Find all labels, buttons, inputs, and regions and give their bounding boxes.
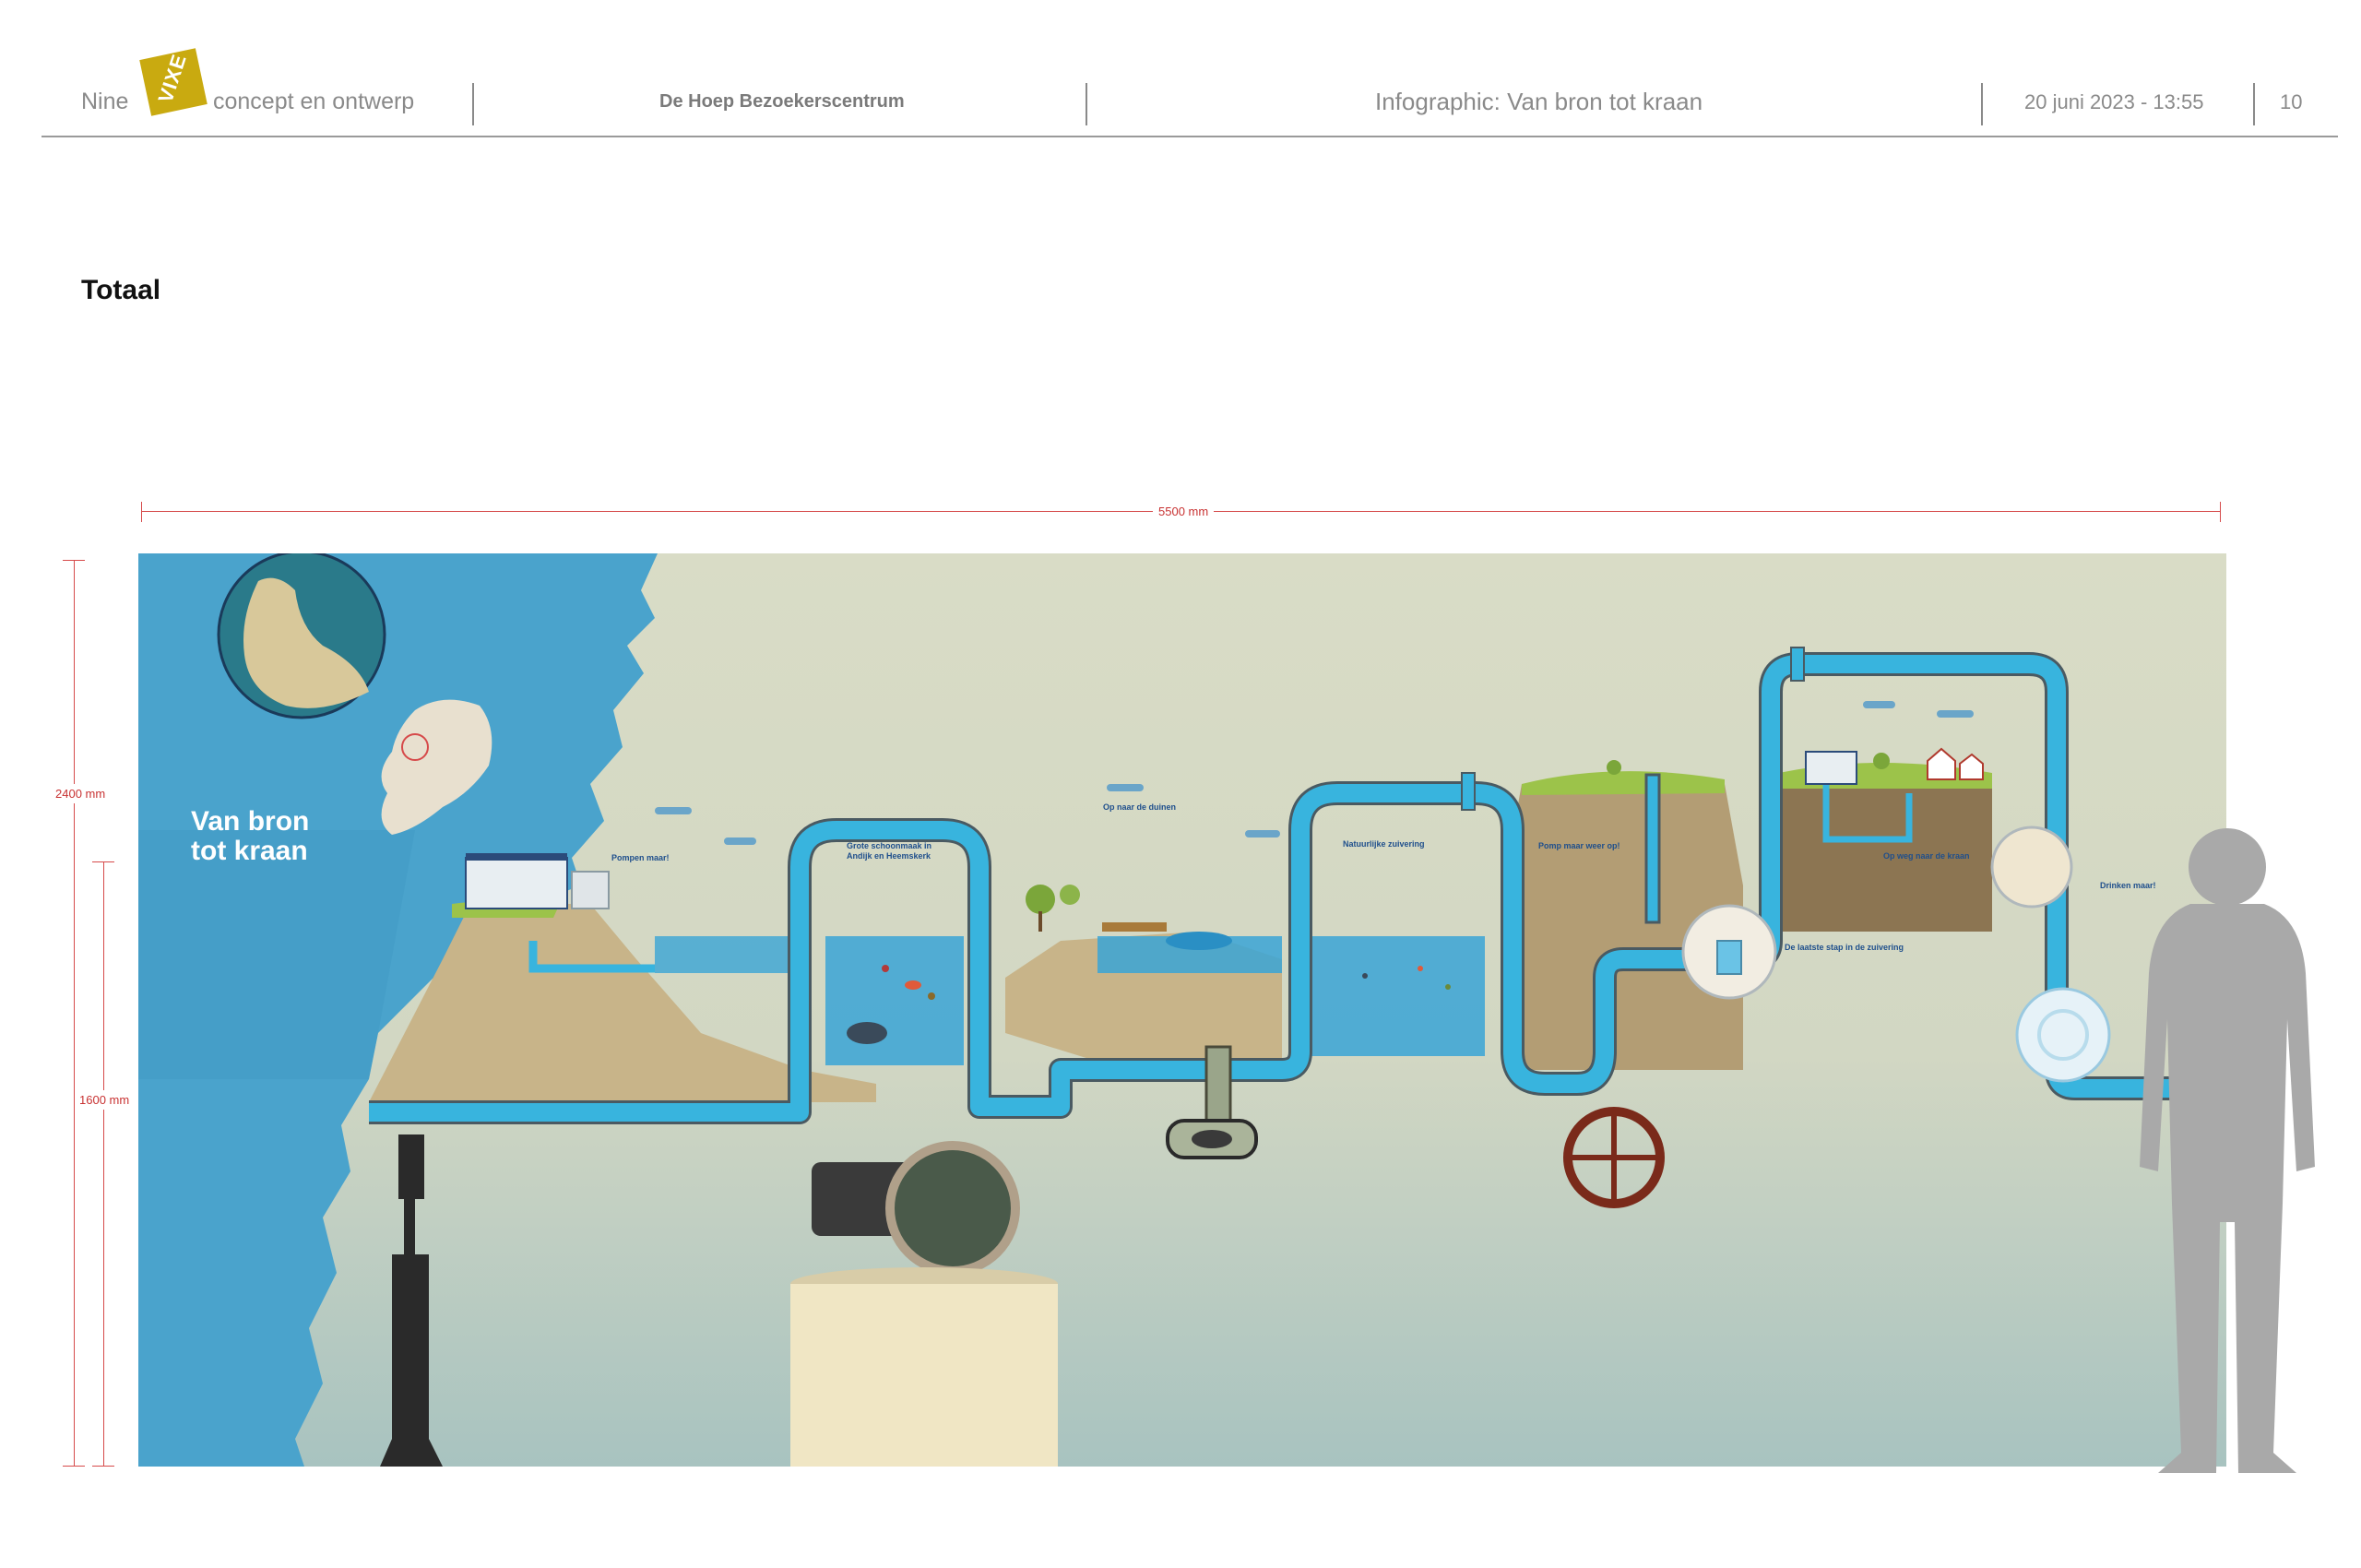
glass — [1716, 940, 1742, 975]
panel-title-pomp: Pomp maar weer op! — [1538, 841, 1620, 850]
panel-title-pompen: Pompen maar! — [611, 853, 670, 862]
client-name: De Hoep Bezoekerscentrum — [659, 91, 905, 112]
infiltration-pond — [1166, 932, 1232, 950]
pipe-joint — [1790, 647, 1805, 682]
water-basin — [1300, 936, 1485, 1056]
date-time: 20 juni 2023 - 13:55 — [2024, 90, 2204, 113]
particle — [1445, 984, 1451, 990]
width-dimension-tick — [141, 502, 142, 522]
plant-building — [1805, 751, 1857, 785]
tree-trunk — [1038, 911, 1042, 932]
well-pipe — [1644, 773, 1661, 924]
brand-logo: VIXE — [139, 48, 208, 116]
tree — [1873, 753, 1890, 769]
header-divider — [472, 83, 474, 125]
document-title: Infographic: Van bron tot kraan — [1375, 88, 1703, 115]
tree — [1026, 885, 1055, 914]
header-divider — [1981, 83, 1983, 125]
pipe-fitting-opening — [1192, 1130, 1232, 1148]
panel-title-duinen: Op naar de duinen — [1103, 802, 1177, 812]
house — [1959, 753, 1984, 780]
height-dimension-label: 2400 mm — [53, 784, 108, 803]
panel-title-zuivering: Natuurlijke zuivering — [1343, 839, 1425, 849]
pumping-station — [465, 857, 568, 909]
particle — [1418, 966, 1423, 971]
cloud — [724, 837, 756, 845]
logo-mark-text: VIXE — [153, 51, 191, 106]
tree — [1607, 760, 1621, 775]
pump-window — [885, 1141, 1020, 1276]
pipe-joint — [1461, 772, 1476, 811]
storage-tank — [571, 871, 610, 909]
logo-left-text: Nine — [81, 89, 129, 114]
wall-artwork — [138, 553, 2226, 1467]
panel-title-laatste: De laatste stap in de zuivering — [1785, 943, 1904, 952]
water-basin — [655, 936, 793, 973]
infographic-wall: Van bron tot kraan Pompen maar! Grote sc… — [138, 553, 2226, 1467]
height-dimension-tick — [63, 1466, 85, 1467]
particle — [928, 992, 935, 1000]
infographic-title-line2: tot kraan — [191, 836, 308, 866]
tree — [1060, 885, 1080, 905]
panel-title-kraan: Op weg naar de kraan — [1883, 851, 1970, 861]
inner-height-dimension-tick — [92, 861, 114, 862]
house — [1927, 747, 1956, 780]
water-meter-illustration — [2015, 987, 2111, 1083]
inner-height-dimension-label: 1600 mm — [77, 1090, 132, 1110]
fish — [905, 980, 921, 990]
width-dimension-label: 5500 mm — [1153, 505, 1215, 518]
human-scale-figure — [2140, 828, 2315, 1473]
height-dimension-tick — [63, 560, 85, 561]
plinth — [790, 1284, 1058, 1467]
cloud — [1107, 784, 1144, 791]
grass-strip — [1522, 771, 1725, 795]
fish — [847, 1022, 887, 1044]
cloud — [655, 807, 692, 814]
page-number: 10 — [2280, 90, 2303, 113]
faucet-illustration — [1990, 826, 2073, 909]
section-title: Totaal — [81, 275, 161, 305]
particle — [1362, 973, 1368, 979]
water-basin — [825, 936, 964, 1065]
height-dimension-line — [74, 560, 75, 1467]
pumping-station-roof — [466, 853, 567, 861]
logo-right-text: concept en ontwerp — [213, 89, 415, 114]
header-divider — [2253, 83, 2255, 125]
sea-highlight — [138, 830, 415, 1079]
inner-height-dimension-line — [103, 861, 104, 1466]
jetty — [1102, 922, 1167, 932]
cloud — [1245, 830, 1280, 837]
cloud — [1937, 710, 1974, 718]
infographic-title-line1: Van bron — [191, 806, 310, 837]
header-rule — [42, 136, 2338, 137]
cloud — [1863, 701, 1895, 708]
header-divider — [1086, 83, 1087, 125]
width-dimension-tick — [2220, 502, 2221, 522]
infographic-title: Van bron tot kraan — [191, 807, 309, 866]
panel-title-schoonmaak: Grote schoonmaak in Andijk en Heemskerk — [847, 841, 932, 861]
hand-pump — [380, 1134, 443, 1467]
particle — [882, 965, 889, 972]
inner-height-dimension-tick — [92, 1466, 114, 1467]
